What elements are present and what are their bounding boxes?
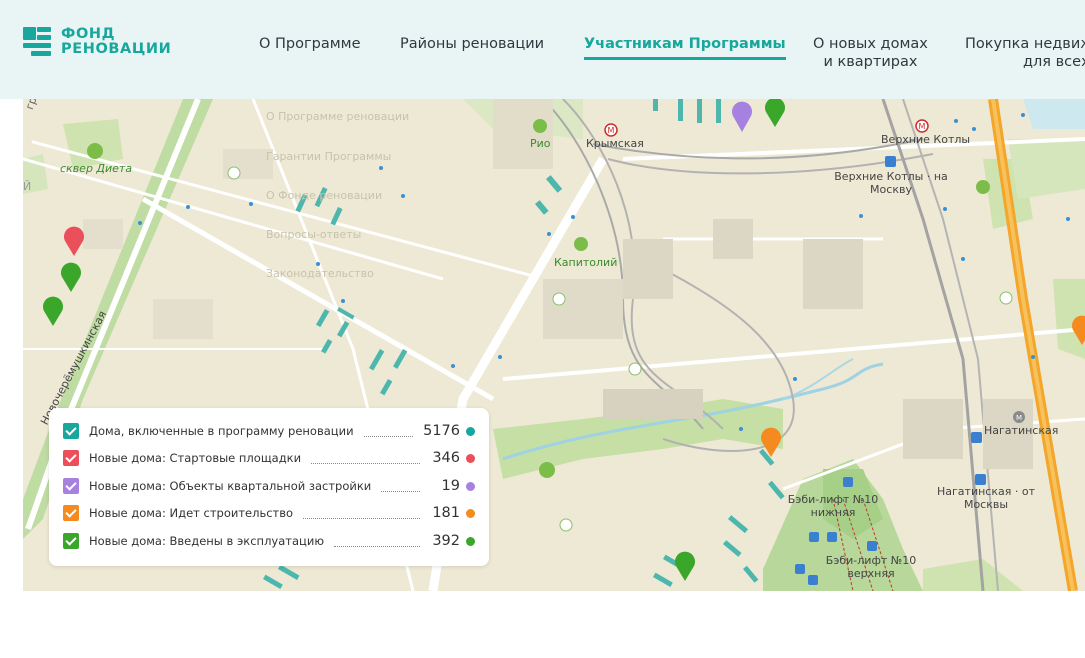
logo-icon [23,27,53,57]
map-pin-icon [732,101,752,132]
map-label-nagatinskaya-stop: Нагатинская · от Москвы [928,485,1044,511]
nav-label-line2: и квартирах [823,54,918,70]
logo-line-2: РЕНОВАЦИИ [61,41,172,57]
legend-count: 181 [432,505,460,521]
nav-label-line1: О новых домах [813,36,928,52]
svg-text:М: М [1016,414,1022,422]
legend-label: Новые дома: Объекты квартальной застройк… [89,479,372,493]
legend-label: Новые дома: Идет строительство [89,506,294,520]
map-pin-icon [64,226,84,256]
map-label-edge: Й [23,180,32,193]
nav-real-estate-purchase[interactable]: Покупка недвиж для всех [965,35,1085,71]
map-pin-icon [765,99,785,127]
nav-label: О Программе [259,36,361,52]
ghost-menu-item: О Программе реновации [266,110,410,123]
nav-new-homes[interactable]: О новых домах и квартирах [813,35,928,71]
nav-label: Районы реновации [400,36,545,52]
marker-start-site[interactable] [63,225,85,257]
map-label-line: нижняя [810,506,856,519]
map-label-lift-upper: Бэби-лифт №10 верхняя [821,554,921,580]
nav-about-program[interactable]: О Программе [259,35,361,53]
legend-count: 346 [432,450,460,466]
logo[interactable]: ФОНД РЕНОВАЦИИ [23,27,171,57]
map-pin-icon [1072,315,1085,345]
legend-dot [466,536,475,546]
legend-row-included[interactable]: Дома, включенные в программу реновации 5… [63,421,475,441]
checkbox-quarterly[interactable] [63,478,79,494]
marker-construction[interactable] [760,426,782,458]
svg-text:М: М [919,122,926,131]
site-header: ФОНД РЕНОВАЦИИ О Программе Районы ренова… [0,0,1085,99]
legend-count: 5176 [423,423,460,439]
legend-dot [466,453,475,463]
legend-dot [466,481,475,491]
legend-row-construction[interactable]: Новые дома: Идет строительство 181 [63,503,475,523]
nav-label-line1: Покупка недвиж [965,36,1085,52]
marker-quarterly[interactable] [731,99,753,133]
map-label-line: Бэби-лифт №10 [825,554,917,567]
map-label-line: Бэби-лифт №10 [787,493,879,506]
map-label-krymskaya: Крымская [586,137,644,150]
legend-dot [466,426,475,436]
legend-label: Новые дома: Стартовые площадки [89,451,302,465]
map-pin-icon [675,551,695,581]
nav-program-participants[interactable]: Участникам Программы [584,35,786,60]
map-legend: Дома, включенные в программу реновации 5… [49,408,489,566]
map-label-line: Москву [870,183,912,196]
map-label-line: Нагатинская · от [937,485,1035,498]
map-pin-icon [761,427,781,457]
legend-leader [334,539,420,547]
map-label-line: Москвы [963,498,1009,511]
map-label-rio: Рио [530,137,551,150]
marker-completed[interactable] [60,261,82,293]
map-label-line: Верхние Котлы · на [834,170,948,183]
legend-leader [381,484,420,492]
checkbox-included[interactable] [63,423,79,439]
nav-label-line2: для всех [1023,54,1085,70]
nav-renovation-districts[interactable]: Районы реновации [400,35,544,53]
logo-line-1: ФОНД [61,26,116,42]
map-label-park: сквер Диета [60,162,133,175]
ghost-menu-item: Законодательство [266,267,374,280]
map-pin-icon [43,296,63,326]
legend-row-start[interactable]: Новые дома: Стартовые площадки 346 [63,448,475,468]
nav-label: Участникам Программы [584,36,786,52]
svg-text:М: М [608,126,615,135]
legend-row-completed[interactable]: Новые дома: Введены в эксплуатацию 392 [63,531,475,551]
marker-completed[interactable] [764,99,786,128]
legend-leader [363,429,414,437]
map-pin-icon [61,262,81,292]
legend-count: 19 [441,478,460,494]
marker-completed[interactable] [42,295,64,327]
marker-completed[interactable] [674,550,696,582]
map-label-kapitoliy: Капитолий [554,256,618,269]
map-label-lift-lower: Бэби-лифт №10 нижняя [783,493,883,519]
map-label-verkhnie-kotly-station: Верхние Котлы · на Москву [831,170,951,196]
legend-dot [466,508,475,518]
legend-label: Новые дома: Введены в эксплуатацию [89,534,324,548]
legend-count: 392 [432,533,460,549]
checkbox-construction[interactable] [63,505,79,521]
map-label-nagatinskaya: Нагатинская [984,424,1059,437]
checkbox-start[interactable] [63,450,79,466]
renovation-map[interactable]: М М М О Программе реновации Гарантии Про… [23,99,1085,591]
active-tab-indicator [584,57,786,60]
legend-label: Дома, включенные в программу реновации [89,424,354,438]
ghost-menu-item: Вопросы-ответы [266,228,362,241]
map-label-verkhnie-kotly-metro: Верхние Котлы [881,133,971,146]
legend-row-quarterly[interactable]: Новые дома: Объекты квартальной застройк… [63,476,475,496]
legend-leader [311,456,420,464]
ghost-menu-item: О Фонде реновации [266,189,383,202]
legend-leader [303,511,420,519]
checkbox-completed[interactable] [63,533,79,549]
map-label-line: верхняя [847,567,895,580]
ghost-menu-item: Гарантии Программы [266,150,392,163]
marker-construction[interactable] [1071,314,1085,346]
